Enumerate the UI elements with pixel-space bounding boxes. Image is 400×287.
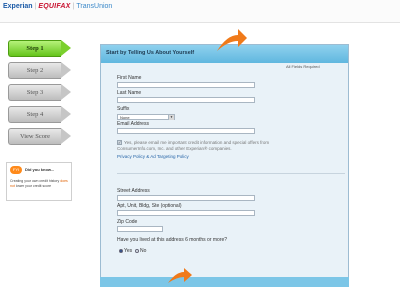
required-fields-note: All Fields Required (286, 64, 320, 69)
did-you-know-title: Did you know... (25, 167, 55, 172)
residence-yes-radio[interactable] (119, 248, 123, 253)
residence-radio-group: Yes No (119, 248, 146, 254)
step-tab-view-score[interactable]: View Score (8, 128, 71, 145)
step-tab-1[interactable]: Step 1 (8, 40, 71, 57)
chevron-down-icon[interactable]: ▼ (168, 115, 174, 120)
privacy-policy-link[interactable]: Privacy Policy & Ad Targeting Policy (117, 154, 189, 159)
credit-bureau-logos: Experian | EQUIFAX | TransUnion (3, 3, 113, 10)
step-navigation: Step 1 Step 2 Step 3 Step 4 View Score (8, 40, 78, 150)
first-name-label: First Name (117, 75, 142, 81)
did-you-know-box: FYI Did you know... Creating your own cr… (6, 162, 72, 201)
residence-question: Have you lived at this address 6 months … (117, 237, 228, 243)
last-name-input[interactable] (117, 97, 255, 103)
step-tab-3[interactable]: Step 3 (8, 84, 71, 101)
street-address-input[interactable] (117, 195, 255, 201)
residence-no-label: No (139, 248, 147, 254)
speech-bubble-icon: FYI (10, 166, 22, 174)
residence-yes-label: Yes (124, 248, 133, 254)
last-name-label: Last Name (117, 90, 142, 96)
equifax-logo: EQUIFAX (38, 3, 71, 10)
form-footer-bar (100, 277, 349, 287)
apt-unit-label: Apt, Unit, Bldg, Ste (optional) (117, 203, 182, 209)
brand-header: Experian | EQUIFAX | TransUnion (0, 0, 400, 23)
apt-unit-input[interactable] (117, 210, 255, 216)
first-name-input[interactable] (117, 82, 255, 88)
experian-logo: Experian (3, 3, 33, 10)
email-input[interactable] (117, 128, 255, 134)
transunion-logo: TransUnion (76, 3, 113, 10)
form-title: Start by Telling Us About Yourself (106, 50, 195, 56)
suffix-label: Suffix (117, 106, 130, 112)
section-divider (117, 173, 345, 174)
orange-arrow-icon (168, 268, 192, 283)
street-address-label: Street Address (117, 188, 150, 194)
suffix-select[interactable]: None ▼ (117, 114, 175, 120)
residence-no-radio[interactable] (134, 248, 139, 253)
email-consent-text: Yes, please email me important credit in… (117, 140, 270, 151)
email-label: Email Address (117, 121, 149, 127)
did-you-know-text: Creating your own credit history does no… (10, 179, 68, 188)
zip-code-input[interactable] (117, 226, 163, 232)
email-consent-checkbox[interactable]: ✓ (117, 140, 122, 146)
email-consent: ✓ Yes, please email me important credit i… (117, 140, 297, 152)
step-tab-4[interactable]: Step 4 (8, 106, 71, 123)
orange-arrow-icon (217, 29, 247, 51)
zip-code-label: Zip Code (117, 219, 138, 225)
suffix-selected-value: None (120, 115, 130, 120)
step-tab-2[interactable]: Step 2 (8, 62, 71, 79)
